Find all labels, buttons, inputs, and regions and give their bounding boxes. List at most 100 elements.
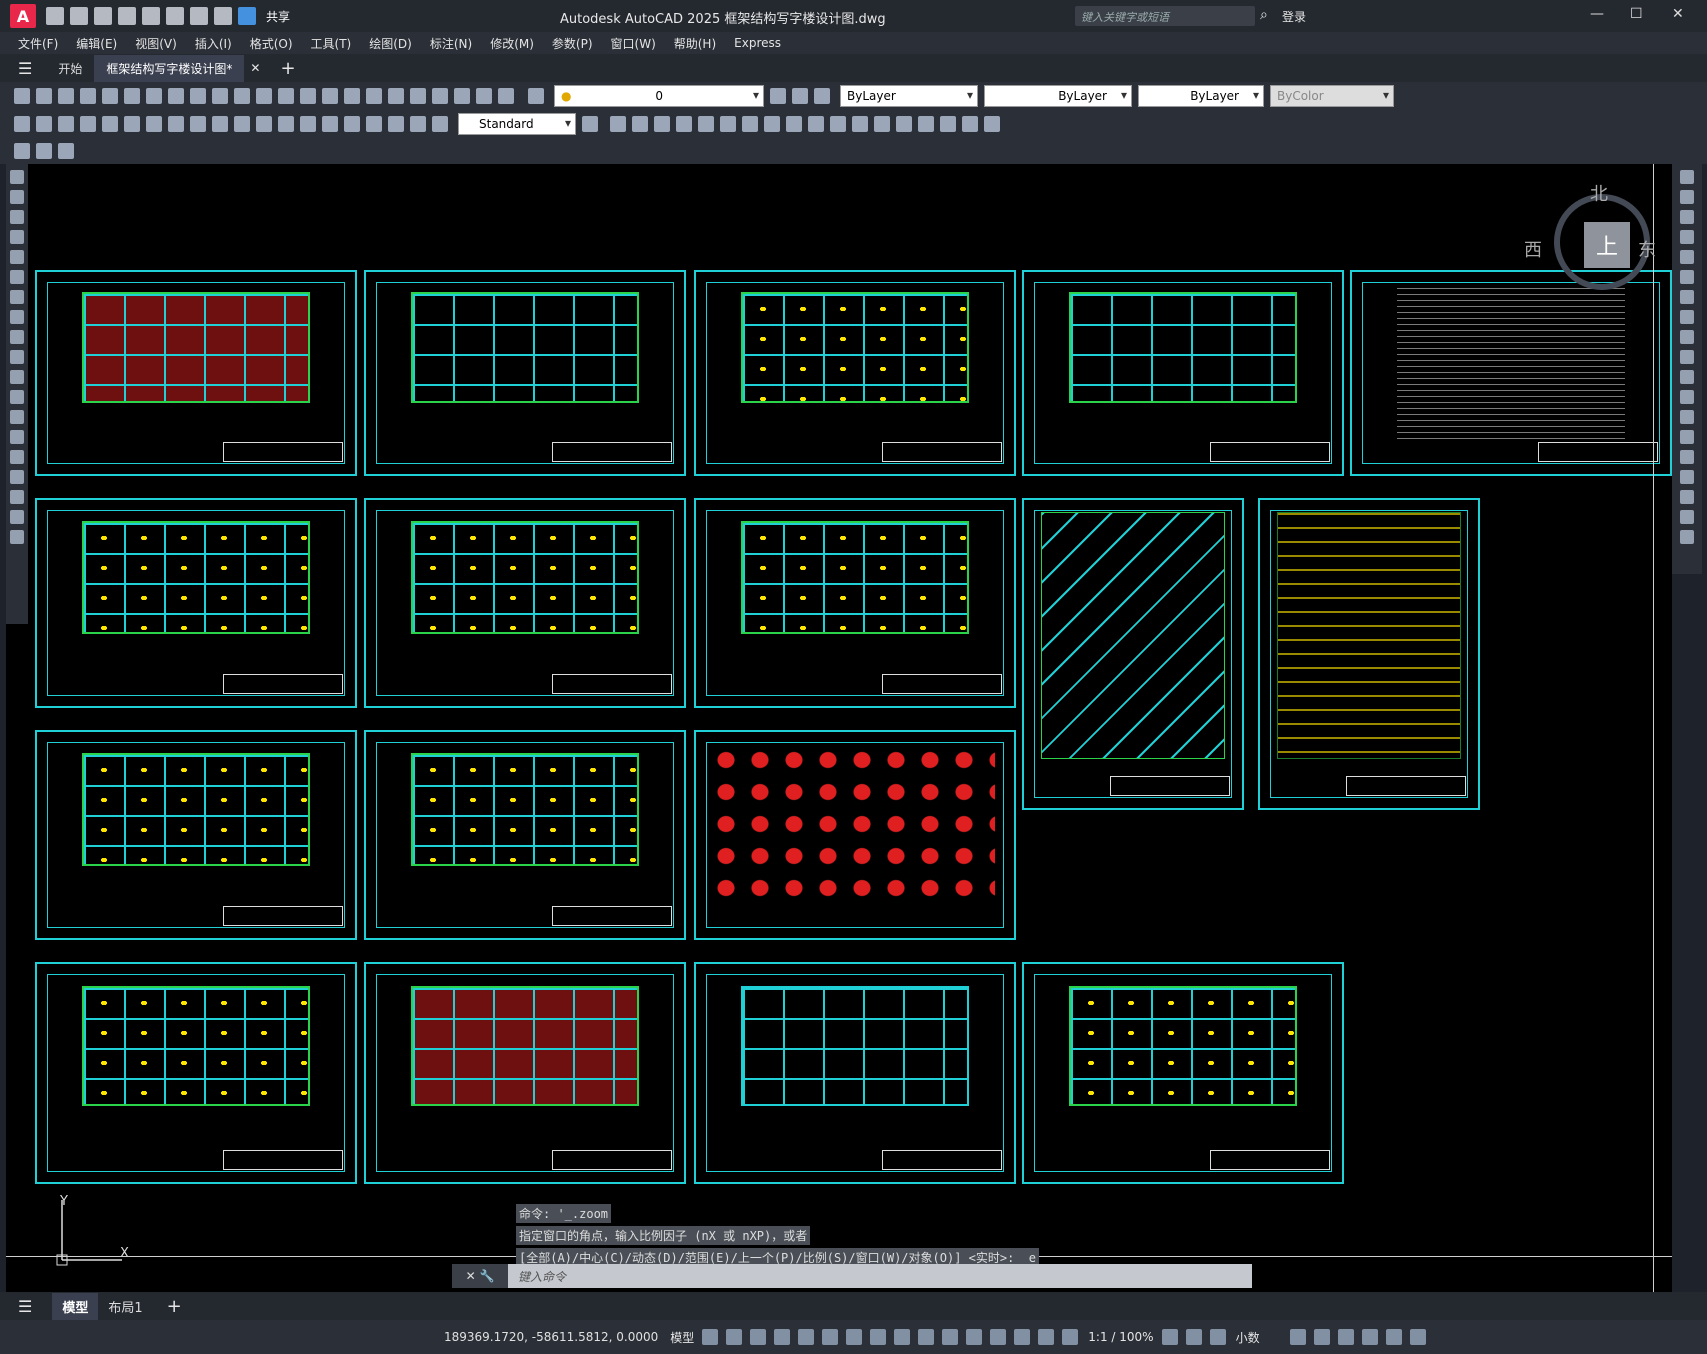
- light-icon[interactable]: [940, 116, 956, 132]
- quick-properties-icon[interactable]: [1289, 1329, 1306, 1345]
- union-icon[interactable]: [676, 116, 692, 132]
- pan-icon[interactable]: [278, 88, 294, 104]
- selection-filter-icon[interactable]: [990, 1329, 1007, 1345]
- annotation-visibility-icon[interactable]: [1038, 1329, 1055, 1345]
- layer-dropdown[interactable]: ● 0: [554, 85, 764, 107]
- redo-icon[interactable]: [214, 7, 232, 25]
- new-tab-icon[interactable]: +: [280, 58, 295, 79]
- tool-palettes-icon[interactable]: [410, 88, 426, 104]
- properties-icon[interactable]: [366, 88, 382, 104]
- layer-properties-icon[interactable]: [528, 88, 544, 104]
- cut-icon[interactable]: [146, 88, 162, 104]
- auto-scale-icon[interactable]: [1062, 1329, 1079, 1345]
- modify-tool-icon[interactable]: [1680, 330, 1694, 344]
- modify-tool-icon[interactable]: [1680, 410, 1694, 424]
- layer-previous-icon[interactable]: [792, 88, 808, 104]
- tolerance-icon[interactable]: [300, 116, 316, 132]
- linetype-dropdown[interactable]: ByLayer: [984, 85, 1132, 107]
- lineweight-dropdown[interactable]: ByLayer: [1138, 85, 1264, 107]
- undo-icon[interactable]: [190, 7, 208, 25]
- zoom-window-icon[interactable]: [322, 88, 338, 104]
- print-icon[interactable]: [166, 7, 184, 25]
- extrude-icon[interactable]: [742, 116, 758, 132]
- lineweight-icon[interactable]: [870, 1329, 887, 1345]
- draw-tool-icon[interactable]: [10, 310, 24, 324]
- block-edit-icon[interactable]: [14, 143, 30, 159]
- color-dropdown[interactable]: ByLayer: [840, 85, 978, 107]
- matchprop-icon[interactable]: [212, 88, 228, 104]
- selection-cycling-icon[interactable]: [918, 1329, 935, 1345]
- calculator-icon[interactable]: [476, 88, 492, 104]
- menu-item[interactable]: 绘图(D): [369, 35, 412, 52]
- modify-tool-icon[interactable]: [1680, 530, 1694, 544]
- dimstyle-dropdown[interactable]: Standard: [458, 113, 576, 135]
- view-iso-icon[interactable]: [654, 116, 670, 132]
- make-current-icon[interactable]: [770, 88, 786, 104]
- drawing-sheet[interactable]: [35, 270, 357, 476]
- tab-close-icon[interactable]: ✕: [250, 61, 260, 75]
- drawing-sheet[interactable]: [694, 270, 1016, 476]
- modify-tool-icon[interactable]: [1680, 210, 1694, 224]
- preview-icon[interactable]: [102, 88, 118, 104]
- slice-icon[interactable]: [786, 116, 802, 132]
- menu-item[interactable]: 帮助(H): [674, 35, 716, 52]
- draw-tool-icon[interactable]: [10, 370, 24, 384]
- undo-icon[interactable]: [234, 88, 250, 104]
- block-close-icon[interactable]: [58, 143, 74, 159]
- menu-item[interactable]: 工具(T): [311, 35, 352, 52]
- save-icon[interactable]: [94, 7, 112, 25]
- open-icon[interactable]: [36, 88, 52, 104]
- dim-text-edit-icon[interactable]: [410, 116, 426, 132]
- draw-tool-icon[interactable]: [10, 490, 24, 504]
- command-close-icon[interactable]: ✕ 🔧: [452, 1264, 508, 1288]
- tab-model[interactable]: 模型: [52, 1292, 99, 1320]
- menu-item[interactable]: 标注(N): [430, 35, 472, 52]
- save-icon[interactable]: [58, 88, 74, 104]
- draw-tool-icon[interactable]: [10, 270, 24, 284]
- camera-icon[interactable]: [918, 116, 934, 132]
- markup-icon[interactable]: [454, 88, 470, 104]
- search-icon[interactable]: ⌕: [1260, 7, 1268, 23]
- modify-tool-icon[interactable]: [1680, 390, 1694, 404]
- gizmo-icon[interactable]: [1014, 1329, 1031, 1345]
- clean-screen-icon[interactable]: [1385, 1329, 1402, 1345]
- draw-tool-icon[interactable]: [10, 450, 24, 464]
- command-line[interactable]: ✕ 🔧 键入命令: [452, 1264, 1252, 1288]
- drawing-sheet[interactable]: [694, 730, 1016, 940]
- command-input[interactable]: 键入命令: [518, 1268, 566, 1285]
- zoom-previous-icon[interactable]: [344, 88, 360, 104]
- arc-length-icon[interactable]: [58, 116, 74, 132]
- redo-icon[interactable]: [256, 88, 272, 104]
- modify-tool-icon[interactable]: [1680, 450, 1694, 464]
- workspace-gear-icon[interactable]: [1161, 1329, 1178, 1345]
- view-top-icon[interactable]: [632, 116, 648, 132]
- maximize-icon[interactable]: ☐: [1630, 6, 1643, 22]
- linear-dim-icon[interactable]: [14, 116, 30, 132]
- render-icon[interactable]: [808, 116, 824, 132]
- coordinates-readout[interactable]: 189369.1720, -58611.5812, 0.0000: [444, 1330, 658, 1344]
- drawing-sheet[interactable]: [694, 498, 1016, 708]
- draw-tool-icon[interactable]: [10, 510, 24, 524]
- customize-icon[interactable]: [1409, 1329, 1426, 1345]
- menu-item[interactable]: 文件(F): [18, 35, 58, 52]
- share-button[interactable]: 共享: [266, 8, 290, 25]
- modify-tool-icon[interactable]: [1680, 470, 1694, 484]
- viewcube[interactable]: 上 北 西 东: [1524, 178, 1656, 298]
- plot-icon[interactable]: [80, 88, 96, 104]
- baseline-icon[interactable]: [212, 116, 228, 132]
- units-dropdown[interactable]: 小数: [1236, 1329, 1260, 1346]
- annotation-monitor-icon[interactable]: [1185, 1329, 1202, 1345]
- material-icon[interactable]: [962, 116, 978, 132]
- viewcube-north[interactable]: 北: [1590, 180, 1608, 206]
- viewcube-east[interactable]: 东: [1638, 236, 1656, 262]
- add-layout-icon[interactable]: +: [167, 1296, 182, 1317]
- draw-tool-icon[interactable]: [10, 250, 24, 264]
- copy-icon[interactable]: [168, 88, 184, 104]
- login-button[interactable]: 登录: [1282, 8, 1306, 25]
- modify-tool-icon[interactable]: [1680, 290, 1694, 304]
- search-input[interactable]: 键入关键字或短语: [1075, 6, 1255, 26]
- space-icon[interactable]: [256, 116, 272, 132]
- walk-icon[interactable]: [874, 116, 890, 132]
- layout-menu-icon[interactable]: ☰: [18, 1297, 32, 1316]
- view-front-icon[interactable]: [610, 116, 626, 132]
